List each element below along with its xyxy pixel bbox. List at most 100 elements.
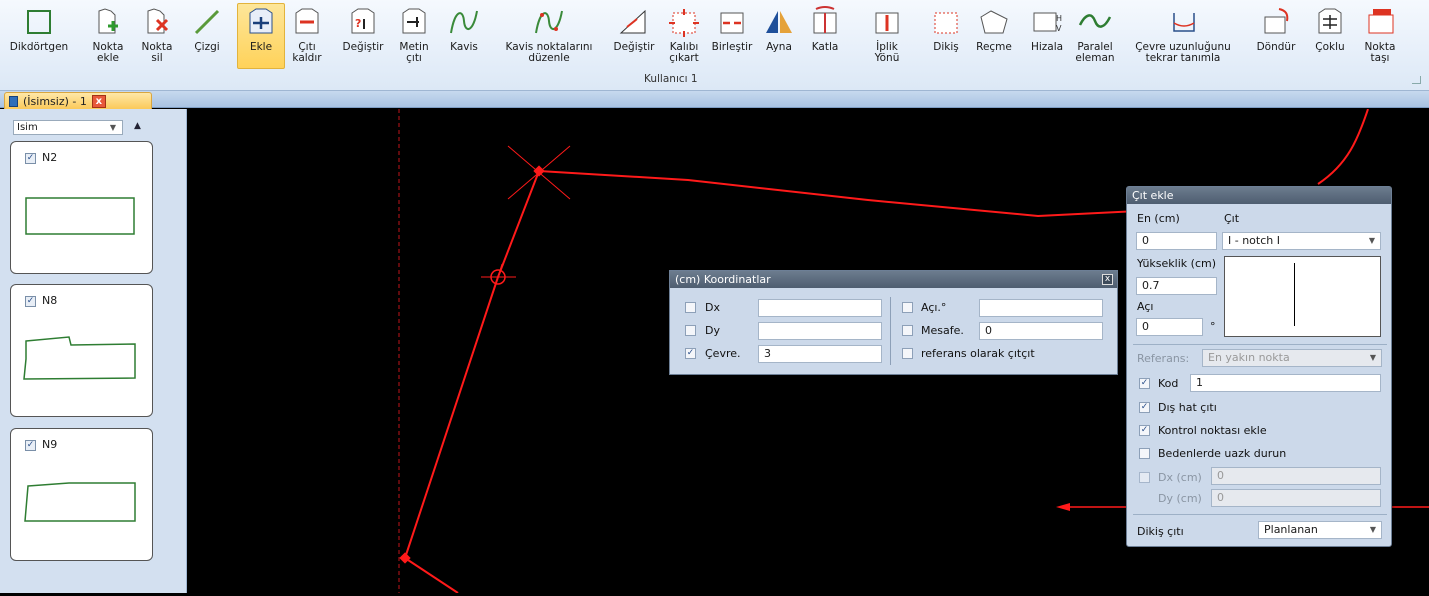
add-notch-dialog-title[interactable]: Çıt ekle — [1127, 187, 1391, 204]
chevron-down-icon: ▼ — [1369, 353, 1376, 362]
kod-label: Kod — [1158, 377, 1179, 390]
close-icon[interactable]: x — [1102, 274, 1113, 285]
cevre-checkbox[interactable]: ✓ — [685, 348, 696, 359]
kavis-button[interactable]: Kavis — [446, 3, 482, 69]
dis-hat-checkbox[interactable]: ✓ — [1139, 402, 1150, 413]
dy-label: Dy (cm) — [1158, 492, 1202, 505]
piece-checkbox[interactable]: ✓ — [25, 440, 36, 451]
kod-field[interactable]: 1 — [1190, 374, 1381, 392]
document-tab[interactable]: (İsimsiz) - 1 x — [4, 92, 152, 109]
add-point-icon — [91, 4, 125, 40]
referans-select[interactable]: En yakın nokta ▼ — [1202, 349, 1382, 367]
ribbon-toolbar: Dikdörtgen Nokta ekle Nokta sil Çizgi Ekle Çı… — [0, 0, 1429, 91]
yukseklik-field[interactable]: 0.7 — [1136, 277, 1217, 295]
svg-text:?: ? — [355, 17, 361, 30]
mesafe-label: Mesafe. — [921, 324, 964, 337]
iplik-yonu-button[interactable]: İplik Yönü — [861, 3, 913, 69]
cevre-field[interactable]: 3 — [758, 345, 882, 363]
chevron-down-icon: ▼ — [109, 123, 116, 132]
dikis-label: Dikiş çıtı — [1137, 525, 1184, 538]
piece-thumbnail — [25, 197, 135, 235]
dikdortgen-button[interactable]: Dikdörtgen — [6, 3, 72, 69]
dikis-value: Planlanan — [1264, 523, 1318, 536]
mesafe-field[interactable]: 0 — [979, 322, 1103, 340]
kontrol-checkbox[interactable]: ✓ — [1139, 425, 1150, 436]
sort-direction-icon[interactable]: ▲ — [134, 121, 141, 131]
rectangle-icon — [22, 4, 56, 40]
dx-field[interactable]: 0 — [1211, 467, 1381, 485]
ekle-button[interactable]: Ekle — [237, 3, 285, 69]
dikis-label: Dikiş — [933, 41, 959, 53]
dikis-button[interactable]: Dikiş — [926, 3, 966, 69]
notch-type-select[interactable]: I - notch I ▼ — [1222, 232, 1381, 250]
en-field[interactable]: 0 — [1136, 232, 1217, 250]
perimeter-icon — [1166, 4, 1200, 40]
kod-checkbox[interactable]: ✓ — [1139, 378, 1150, 389]
katla-button[interactable]: Katla — [804, 3, 846, 69]
dy-field[interactable] — [758, 322, 882, 340]
birlestir-button[interactable]: Birleştir — [704, 3, 760, 69]
degistir2-button[interactable]: Değiştir — [606, 3, 662, 69]
dx-checkbox[interactable] — [685, 302, 696, 313]
reference-checkbox[interactable] — [902, 348, 913, 359]
paralel-eleman-button[interactable]: Paralel eleman — [1072, 3, 1118, 69]
group-launcher-icon[interactable] — [1412, 76, 1421, 84]
citi-kaldir-button[interactable]: Çıtı kaldır — [289, 3, 325, 69]
close-tab-button[interactable]: x — [91, 94, 106, 108]
kalibi-cikart-button[interactable]: Kalıbı çıkart — [664, 3, 704, 69]
line-icon — [190, 4, 224, 40]
metin-citi-button[interactable]: Metin çıtı — [396, 3, 432, 69]
mirror-icon — [762, 4, 796, 40]
dondur-button[interactable]: Döndür — [1247, 3, 1305, 69]
ekle-label: Ekle — [249, 41, 273, 53]
aci-checkbox[interactable] — [902, 302, 913, 313]
citi-kaldir-label: Çıtı kaldır — [292, 41, 322, 64]
aci-label: Açı.° — [921, 301, 947, 314]
kavis-noktalari-button[interactable]: Kavis noktalarını düzenle — [486, 3, 612, 69]
nokta-ekle-button[interactable]: Nokta ekle — [88, 3, 128, 69]
piece-card-n8[interactable]: ✓ N8 — [10, 284, 153, 417]
curve-icon — [447, 4, 481, 40]
hizala-button[interactable]: H V Hizala — [1018, 3, 1076, 69]
svg-text:H: H — [1056, 14, 1062, 23]
nokta-sil-label: Nokta sil — [141, 41, 173, 64]
dondur-label: Döndür — [1256, 41, 1296, 53]
degistir-button[interactable]: ? Değiştir — [337, 3, 389, 69]
control-point — [399, 552, 411, 564]
nokta-tasi-button[interactable]: Nokta taşı — [1357, 3, 1403, 69]
aci-label: Açı — [1137, 300, 1154, 313]
mesafe-checkbox[interactable] — [902, 325, 913, 336]
cizgi-button[interactable]: Çizgi — [188, 3, 226, 69]
piece-checkbox[interactable]: ✓ — [25, 153, 36, 164]
text-notch-icon — [397, 4, 431, 40]
piece-card-n9[interactable]: ✓ N9 — [10, 428, 153, 561]
bedenler-checkbox[interactable] — [1139, 448, 1150, 459]
piece-checkbox[interactable]: ✓ — [25, 296, 36, 307]
piece-thumbnail — [23, 336, 136, 380]
reference-label: referans olarak çıtçıt — [921, 347, 1035, 360]
coklu-button[interactable]: Çoklu — [1308, 3, 1352, 69]
move-point-icon — [1363, 4, 1397, 40]
chevron-down-icon: ▼ — [1368, 236, 1375, 245]
remove-notch-icon — [290, 4, 324, 40]
nokta-sil-button[interactable]: Nokta sil — [137, 3, 177, 69]
aci-field[interactable] — [979, 299, 1103, 317]
piece-thumbnail — [24, 482, 136, 522]
katla-label: Katla — [811, 41, 839, 53]
dx-checkbox[interactable] — [1139, 472, 1150, 483]
recme-button[interactable]: Reçme — [970, 3, 1018, 69]
dy-field[interactable]: 0 — [1211, 489, 1381, 507]
dx-field[interactable] — [758, 299, 882, 317]
piece-card-n2[interactable]: ✓ N2 — [10, 141, 153, 274]
cevre-uzunlugu-button[interactable]: Çevre uzunluğunu tekrar tanımla — [1128, 3, 1238, 69]
aci-field[interactable]: 0 — [1136, 318, 1203, 336]
control-point — [533, 165, 545, 177]
ribbon-group-label: Kullanıcı 1 — [644, 73, 698, 85]
ayna-button[interactable]: Ayna — [758, 3, 800, 69]
nokta-ekle-label: Nokta ekle — [92, 41, 124, 64]
rotate-icon — [1259, 4, 1293, 40]
dy-checkbox[interactable] — [685, 325, 696, 336]
dikis-select[interactable]: Planlanan ▼ — [1258, 521, 1382, 539]
coordinates-dialog-title[interactable]: (cm) Koordinatlar x — [670, 271, 1117, 288]
sort-select[interactable]: Isim ▼ — [13, 120, 123, 135]
